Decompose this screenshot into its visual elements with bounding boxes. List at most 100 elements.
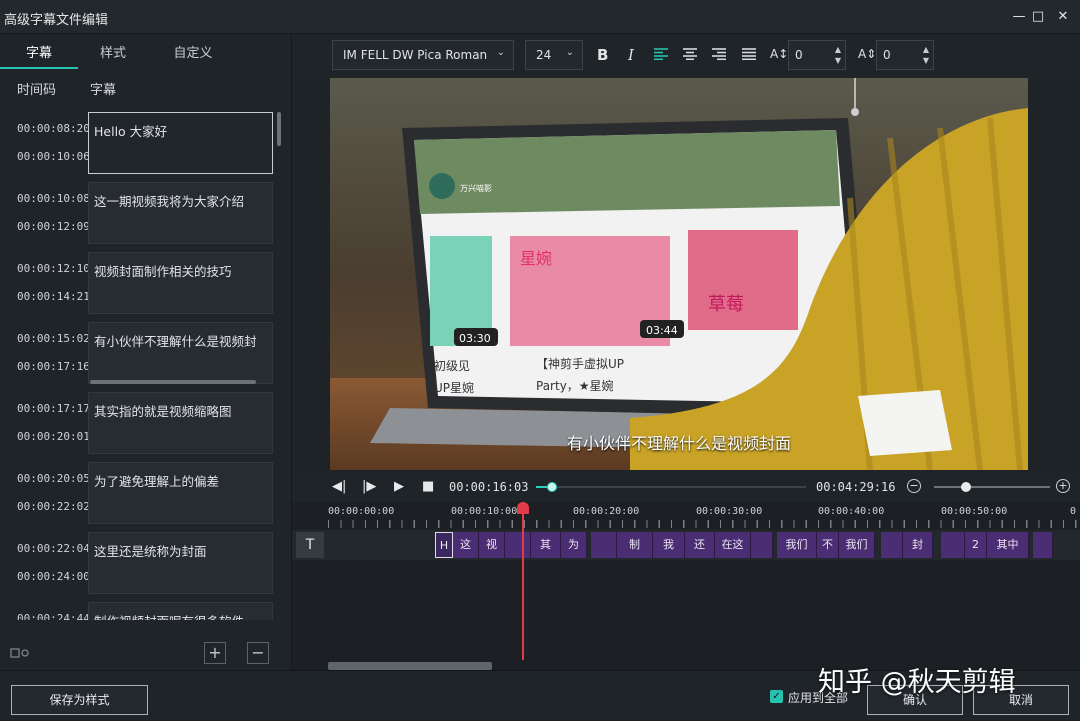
tab-style[interactable]: 样式: [74, 42, 152, 67]
align-right-icon[interactable]: [712, 46, 726, 64]
text-format-toolbar: IM FELL DW Pica Roman ⌄ 24 ⌄ B I A↕ 0 ▲ ▼…: [292, 34, 1080, 78]
align-center-icon[interactable]: [683, 46, 697, 64]
subtitle-text-field[interactable]: 有小伙伴不理解什么是视频封: [88, 322, 273, 384]
subtitle-clip[interactable]: 为: [561, 532, 587, 558]
subtitle-end-time: 00:00:22:02: [17, 500, 90, 513]
subtitle-text-field[interactable]: 其实指的就是视频缩略图: [88, 392, 273, 454]
subtitle-row[interactable]: 00:00:15:02 00:00:17:16 有小伙伴不理解什么是视频封: [0, 322, 292, 386]
subtitle-clip[interactable]: [591, 532, 617, 558]
subtitle-row[interactable]: 00:00:12:10 00:00:14:21 视频封面制作相关的技巧: [0, 252, 292, 316]
play-icon[interactable]: ▶: [394, 479, 404, 494]
subtitle-clip[interactable]: 不: [817, 532, 839, 558]
subtitle-text-field[interactable]: 为了避免理解上的偏差: [88, 462, 273, 524]
panel-tabs: 字幕 样式 自定义: [0, 42, 292, 69]
zoom-slider[interactable]: [934, 482, 1050, 492]
subtitle-end-time: 00:00:20:01: [17, 430, 90, 443]
stop-icon[interactable]: ■: [422, 479, 434, 494]
subtitle-text-field[interactable]: 这里还是统称为封面: [88, 532, 273, 594]
subtitle-row[interactable]: 00:00:24:44 制作视频封面呢有很多软件: [0, 602, 292, 620]
italic-button[interactable]: I: [628, 46, 634, 64]
screen-text: 03:30: [459, 332, 491, 345]
stepper-arrows-icon[interactable]: ▲ ▼: [923, 44, 929, 66]
zoom-out-icon[interactable]: −: [907, 479, 921, 493]
column-header-subtitle: 字幕: [90, 83, 117, 98]
subtitle-row[interactable]: 00:00:08:20 00:00:10:06 Hello 大家好: [0, 112, 292, 176]
subtitle-row[interactable]: 00:00:10:08 00:00:12:09 这一期视频我将为大家介绍: [0, 182, 292, 246]
subtitle-clip[interactable]: [881, 532, 903, 558]
add-subtitle-button[interactable]: +: [204, 642, 226, 664]
screen-text: 草莓: [708, 294, 744, 315]
subtitle-start-time: 00:00:22:04: [17, 542, 90, 555]
subtitle-clip[interactable]: H: [435, 532, 453, 558]
subtitle-clip[interactable]: 在这: [715, 532, 751, 558]
subtitle-clip[interactable]: [1033, 532, 1053, 558]
align-justify-icon[interactable]: [742, 46, 756, 64]
tab-custom[interactable]: 自定义: [154, 42, 232, 67]
zoom-handle[interactable]: [961, 482, 972, 492]
subtitle-clip[interactable]: 我们: [777, 532, 817, 558]
subtitle-clip[interactable]: 2: [965, 532, 987, 558]
line-spacing-stepper[interactable]: 0 ▲ ▼: [876, 40, 934, 70]
playhead[interactable]: [522, 502, 524, 660]
subtitle-clip[interactable]: 我: [653, 532, 685, 558]
link-toggle-icon[interactable]: [10, 646, 30, 662]
subtitle-clip[interactable]: 制: [617, 532, 653, 558]
subtitle-row[interactable]: 00:00:17:17 00:00:20:01 其实指的就是视频缩略图: [0, 392, 292, 456]
subtitle-row[interactable]: 00:00:22:04 00:00:24:00 这里还是统称为封面: [0, 532, 292, 596]
text-horizontal-scrollbar[interactable]: [90, 380, 256, 384]
apply-all-checkbox[interactable]: ✓: [770, 690, 783, 703]
subtitle-start-time: 00:00:08:20: [17, 122, 90, 135]
line-spacing-value: 0: [883, 48, 891, 62]
bold-button[interactable]: B: [597, 46, 608, 64]
subtitle-clip[interactable]: 还: [685, 532, 715, 558]
close-button[interactable]: ✕: [1052, 6, 1074, 28]
zoom-in-icon[interactable]: +: [1056, 479, 1070, 493]
char-spacing-stepper[interactable]: 0 ▲ ▼: [788, 40, 846, 70]
font-size-select[interactable]: 24 ⌄: [525, 40, 583, 70]
ruler-ticks: [328, 520, 1080, 528]
subtitle-text-field[interactable]: 制作视频封面呢有很多软件: [88, 602, 273, 620]
screen-text: 初级见: [434, 359, 470, 373]
char-spacing-icon: A↕: [770, 47, 789, 61]
subtitle-end-time: 00:00:14:21: [17, 290, 90, 303]
time-ruler[interactable]: 00:00:00:00 00:00:10:00 00:00:20:00 00:0…: [328, 502, 1080, 528]
subtitle-clip[interactable]: 我们: [839, 532, 875, 558]
title-bar: 高级字幕文件编辑 — □ ✕: [0, 0, 1080, 34]
subtitle-clip[interactable]: [505, 532, 531, 558]
list-vertical-scrollbar[interactable]: [277, 112, 281, 146]
subtitle-clip[interactable]: 封: [903, 532, 933, 558]
next-frame-icon[interactable]: |▶: [362, 479, 376, 494]
save-as-style-button[interactable]: 保存为样式: [11, 685, 148, 715]
seek-handle[interactable]: [547, 482, 558, 492]
subtitle-text-field[interactable]: Hello 大家好: [88, 112, 273, 174]
screen-text: UP星婉: [434, 380, 474, 395]
stepper-arrows-icon[interactable]: ▲ ▼: [835, 44, 841, 66]
prev-frame-icon[interactable]: ◀|: [332, 479, 346, 494]
subtitle-clip[interactable]: 这: [453, 532, 479, 558]
total-time: 00:04:29:16: [816, 480, 896, 494]
subtitle-text-field[interactable]: 这一期视频我将为大家介绍: [88, 182, 273, 244]
subtitle-end-time: 00:00:24:00: [17, 570, 90, 583]
chevron-down-icon: ⌄: [496, 47, 505, 58]
timeline-horizontal-scrollbar[interactable]: [328, 662, 492, 670]
seek-slider[interactable]: [536, 482, 806, 492]
subtitle-row[interactable]: 00:00:20:05 00:00:22:02 为了避免理解上的偏差: [0, 462, 292, 526]
font-family-select[interactable]: IM FELL DW Pica Roman ⌄: [332, 40, 514, 70]
subtitle-clip[interactable]: 视: [479, 532, 505, 558]
tab-subtitles[interactable]: 字幕: [0, 42, 78, 69]
maximize-button[interactable]: □: [1027, 6, 1049, 28]
align-left-icon[interactable]: [654, 46, 668, 64]
subtitle-text-field[interactable]: 视频封面制作相关的技巧: [88, 252, 273, 314]
video-preview: 万兴喵影 03:30 03:44 初级见 【神剪手虚拟UP UP星婉 Party…: [330, 78, 1028, 470]
subtitle-overlay[interactable]: 有小伙伴不理解什么是视频封面: [330, 430, 1028, 454]
subtitle-clip[interactable]: [941, 532, 965, 558]
watermark: 知乎 @秋天剪辑: [818, 667, 1016, 698]
current-time: 00:00:16:03: [449, 480, 529, 494]
subtitle-end-time: 00:00:17:16: [17, 360, 90, 373]
subtitle-clip[interactable]: [751, 532, 773, 558]
screen-text: 万兴喵影: [460, 183, 492, 193]
subtitle-clip[interactable]: 其: [531, 532, 561, 558]
subtitle-clip[interactable]: 其中: [987, 532, 1029, 558]
subtitle-end-time: 00:00:12:09: [17, 220, 90, 233]
remove-subtitle-button[interactable]: −: [247, 642, 269, 664]
